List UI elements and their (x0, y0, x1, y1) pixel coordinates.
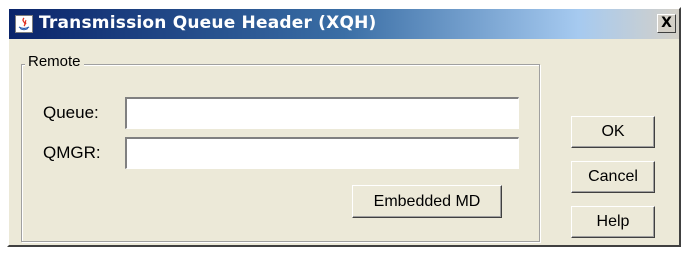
ok-button[interactable]: OK (571, 116, 655, 148)
help-button-label: Help (596, 213, 630, 230)
xqh-dialog: Transmission Queue Header (XQH) X Remote… (7, 7, 681, 247)
help-button[interactable]: Help (571, 206, 655, 238)
qmgr-input[interactable] (125, 137, 519, 169)
queue-label: Queue: (43, 103, 99, 122)
cancel-button-label: Cancel (588, 168, 638, 185)
close-button[interactable]: X (657, 14, 676, 33)
java-icon (15, 15, 33, 33)
ok-button-label: OK (601, 123, 625, 140)
queue-input[interactable] (125, 97, 519, 129)
qmgr-label: QMGR: (43, 143, 101, 162)
cancel-button[interactable]: Cancel (571, 161, 655, 193)
window-title: Transmission Queue Header (XQH) (39, 13, 377, 33)
title-bar[interactable]: Transmission Queue Header (XQH) X (9, 9, 679, 39)
embedded-md-button[interactable]: Embedded MD (352, 185, 502, 218)
embedded-md-button-label: Embedded MD (373, 193, 481, 210)
remote-group-legend: Remote (25, 53, 84, 70)
close-icon: X (661, 15, 672, 31)
